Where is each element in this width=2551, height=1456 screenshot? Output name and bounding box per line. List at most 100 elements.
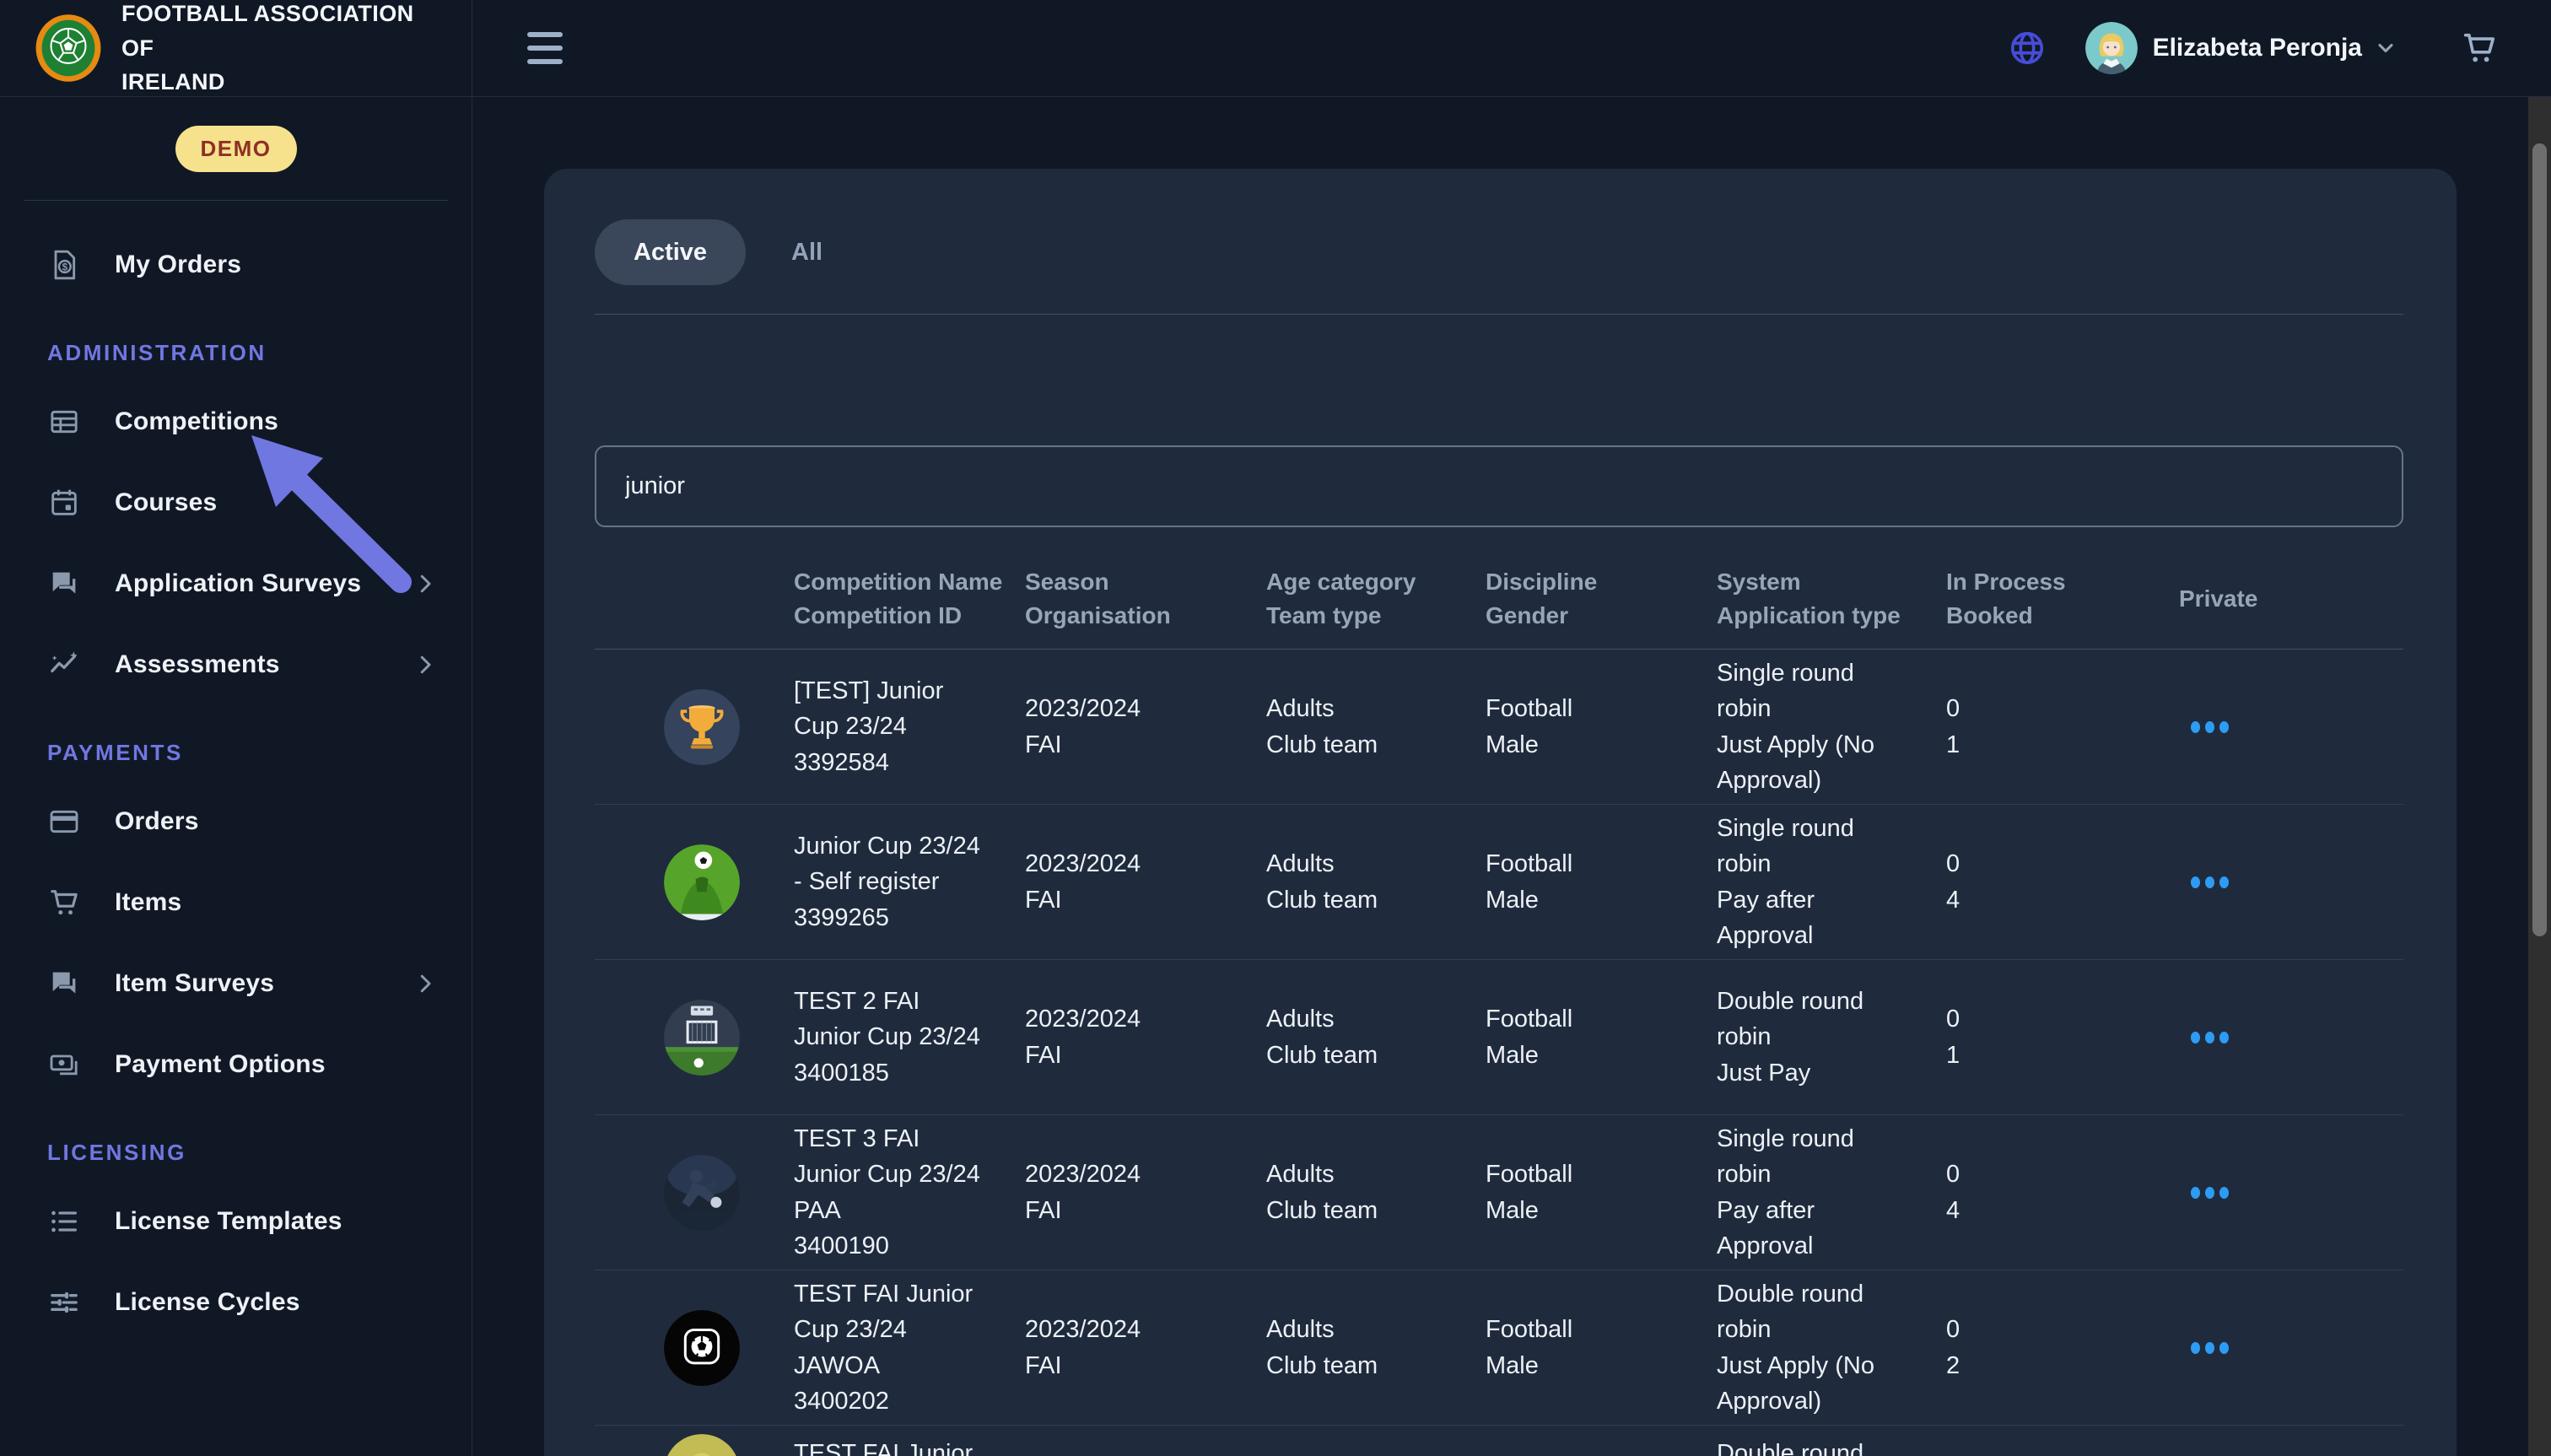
in-process-booked-cell: 01	[1946, 691, 2179, 762]
season-cell	[1025, 1426, 1266, 1436]
season-season: 2023/2024	[1025, 846, 1249, 882]
column-header-system: SystemApplication type	[1717, 565, 1946, 633]
sidebar-item-license-cycles[interactable]: License Cycles	[0, 1262, 472, 1343]
system-value: Double round robin	[1717, 1276, 1911, 1347]
booked-value: 1	[1946, 727, 2162, 763]
sidebar-item-items[interactable]: Items	[0, 862, 472, 943]
system-value: Single round robin	[1717, 655, 1911, 726]
sidebar-item-label: License Cycles	[115, 1288, 300, 1317]
tab-all[interactable]: All	[791, 239, 822, 267]
table-row[interactable]: TEST 2 FAI Junior Cup 23/2434001852023/2…	[595, 960, 2403, 1115]
season-season: 2023/2024	[1025, 1312, 1249, 1347]
season-cell: 2023/2024FAI	[1025, 1312, 1266, 1383]
row-actions-ellipsis-icon[interactable]	[2191, 1032, 2241, 1043]
brand-title-line2: IRELAND	[121, 65, 434, 100]
page-scrollbar[interactable]	[2528, 97, 2551, 1456]
sidebar-item-courses[interactable]: Courses	[0, 462, 472, 543]
table-row[interactable]: [TEST] Junior Cup 23/2433925842023/2024F…	[595, 650, 2403, 805]
table-row[interactable]: TEST 3 FAI Junior Cup 23/24 PAA340019020…	[595, 1115, 2403, 1270]
ball-black-avatar-icon	[664, 1310, 740, 1386]
sidebar-item-label: License Templates	[115, 1207, 342, 1236]
system-cell: Single round robinJust Apply (No Approva…	[1717, 655, 1946, 797]
competition-name: TEST 3 FAI Junior Cup 23/24 PAA	[794, 1121, 981, 1227]
hamburger-menu-icon[interactable]	[527, 32, 563, 64]
app-window: FOOTBALL ASSOCIATION OF IRELAND DEMO $ My…	[0, 0, 2551, 1456]
column-header-private: Private	[2179, 582, 2403, 616]
cart-icon[interactable]	[2460, 29, 2499, 67]
row-actions-ellipsis-icon[interactable]	[2191, 1342, 2241, 1354]
age-age: Adults	[1266, 1312, 1469, 1347]
sidebar-item-label: My Orders	[115, 251, 241, 279]
discipline-gender: Male	[1486, 727, 1700, 763]
competition-avatar-cell	[595, 844, 794, 920]
row-actions-cell	[2179, 1187, 2403, 1199]
user-avatar[interactable]	[2085, 22, 2138, 74]
column-header-line1: System	[1717, 565, 1933, 599]
table-row[interactable]: Junior Cup 23/24 - Self register33992652…	[595, 805, 2403, 960]
cart-icon	[47, 886, 81, 919]
environment-banner: DEMO	[0, 97, 472, 201]
sidebar-item-assessments[interactable]: Assessments	[0, 624, 472, 705]
in-process-booked-cell: 02	[1946, 1312, 2179, 1383]
scrollbar-thumb[interactable]	[2532, 143, 2547, 936]
sidebar-item-label: Courses	[115, 488, 217, 517]
season-cell: 2023/2024FAI	[1025, 846, 1266, 917]
competition-avatar-cell	[595, 1310, 794, 1386]
competition-name: Junior Cup 23/24 - Self register	[794, 828, 981, 899]
discipline-cell: FootballMale	[1486, 1001, 1717, 1072]
row-actions-ellipsis-icon[interactable]	[2191, 1187, 2241, 1199]
sidebar-item-competitions[interactable]: Competitions	[0, 381, 472, 462]
table-row[interactable]: TEST FAI Junior Cup 23/24 JAWOA340020220…	[595, 1270, 2403, 1426]
sidebar-item-label: Application Surveys	[115, 569, 361, 598]
competition-name: TEST FAI Junior	[794, 1436, 981, 1456]
age-cell: AdultsClub team	[1266, 846, 1486, 917]
sidebar-item-item-surveys[interactable]: Item Surveys	[0, 943, 472, 1024]
invoice-icon: $	[47, 248, 81, 282]
row-actions-cell	[2179, 721, 2403, 733]
brand: FOOTBALL ASSOCIATION OF IRELAND	[0, 0, 472, 97]
row-actions-ellipsis-icon[interactable]	[2191, 876, 2241, 888]
row-actions-ellipsis-icon[interactable]	[2191, 721, 2241, 733]
sidebar-nav: $My OrdersADMINISTRATIONCompetitionsCour…	[0, 201, 472, 1343]
season-org: FAI	[1025, 1348, 1249, 1383]
age-cell: AdultsClub team	[1266, 1312, 1486, 1383]
sidebar: FOOTBALL ASSOCIATION OF IRELAND DEMO $ My…	[0, 0, 472, 1456]
chat-icon	[47, 967, 81, 1000]
main-content: Active All Competition NameCompetition I…	[472, 97, 2551, 1456]
sidebar-item-label: Items	[115, 888, 181, 917]
sidebar-item-application-surveys[interactable]: Application Surveys	[0, 543, 472, 624]
sidebar-item-orders[interactable]: Orders	[0, 781, 472, 862]
competition-name-cell: [TEST] Junior Cup 23/243392584	[794, 673, 1025, 779]
table-header: Competition NameCompetition IDSeasonOrga…	[595, 548, 2403, 650]
in-process-value: 0	[1946, 1001, 2162, 1037]
competition-avatar-cell	[595, 1155, 794, 1231]
user-name[interactable]: Elizabeta Peronja	[2153, 34, 2362, 62]
in-process-value: 0	[1946, 691, 2162, 726]
search-input[interactable]	[595, 445, 2403, 527]
tab-active[interactable]: Active	[595, 219, 746, 285]
competition-name-cell: TEST 3 FAI Junior Cup 23/24 PAA3400190	[794, 1121, 1025, 1263]
sidebar-section-heading-payments: PAYMENTS	[47, 736, 472, 769]
language-globe-icon[interactable]	[2008, 29, 2047, 67]
column-header-line2: Team type	[1266, 599, 1472, 633]
discipline-cell: FootballMale	[1486, 846, 1717, 917]
sidebar-item-my-orders[interactable]: $ My Orders	[0, 224, 472, 305]
competition-name-cell: TEST 2 FAI Junior Cup 23/243400185	[794, 984, 1025, 1090]
discipline-cell	[1486, 1426, 1717, 1436]
season-season: 2023/2024	[1025, 1157, 1249, 1192]
status-tabs: Active All	[595, 219, 822, 285]
sidebar-item-license-templates[interactable]: License Templates	[0, 1181, 472, 1262]
sidebar-item-label: Item Surveys	[115, 969, 274, 998]
discipline-gender: Male	[1486, 1348, 1700, 1383]
discipline-discipline: Football	[1486, 1157, 1700, 1192]
booked-value: 4	[1946, 882, 2162, 918]
system-value: Single round robin	[1717, 811, 1911, 882]
chevron-down-icon[interactable]	[2374, 36, 2397, 60]
sidebar-item-payment-options[interactable]: Payment Options	[0, 1024, 472, 1105]
credit-card-icon	[47, 805, 81, 839]
table-row[interactable]: TEST FAI JuniorDouble round	[595, 1426, 2403, 1456]
column-header-season: SeasonOrganisation	[1025, 565, 1266, 633]
season-cell: 2023/2024FAI	[1025, 691, 1266, 762]
discipline-gender: Male	[1486, 1193, 1700, 1228]
discipline-discipline: Football	[1486, 1001, 1700, 1037]
